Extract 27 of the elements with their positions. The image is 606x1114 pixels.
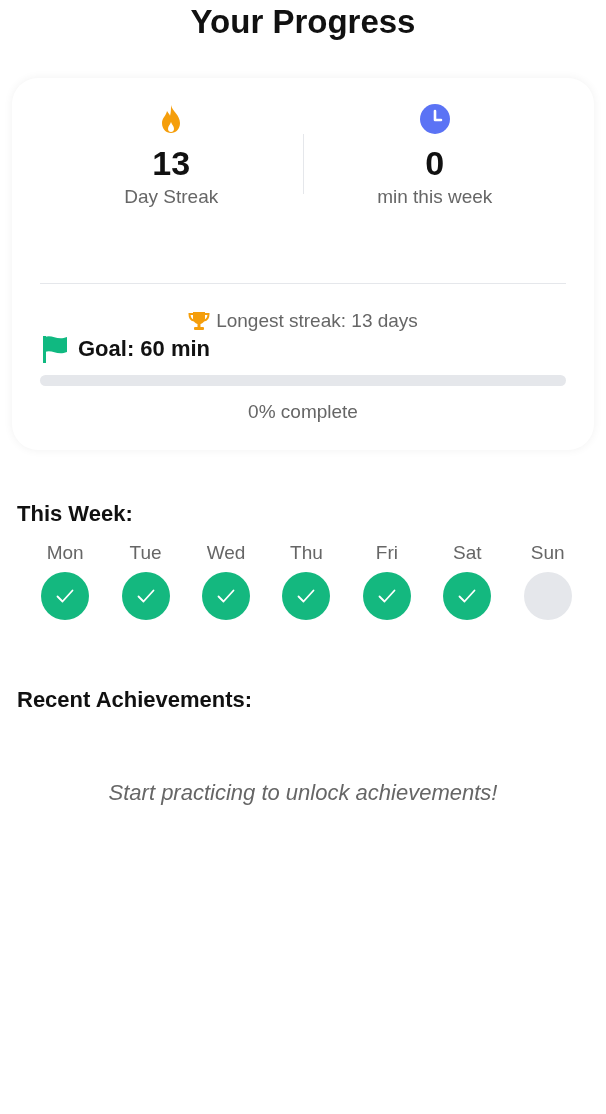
- day-label: Sun: [530, 541, 565, 565]
- stat-label: Day Streak: [124, 185, 219, 209]
- flag-icon: [42, 335, 68, 363]
- stat-value: 0: [425, 143, 445, 183]
- day-label: Mon: [46, 541, 84, 565]
- goal-label: Goal: 60 min: [78, 335, 211, 363]
- day-label: Tue: [129, 541, 162, 565]
- check-icon: [56, 589, 75, 603]
- progress-reading: 0% complete: [247, 400, 359, 424]
- longest-streak-text: Longest streak: 13 days: [216, 309, 418, 333]
- stat-label: min this week: [377, 185, 493, 209]
- check-icon: [458, 589, 477, 603]
- clock-icon: [419, 104, 450, 134]
- day-label: Sat: [453, 541, 482, 565]
- day-label: Fri: [375, 541, 398, 565]
- trophy-icon: [188, 310, 211, 332]
- check-icon: [297, 589, 316, 603]
- stat-value: 13: [152, 143, 191, 183]
- check-icon: [217, 589, 236, 603]
- check-icon: [377, 589, 396, 603]
- day-label: Wed: [206, 541, 246, 565]
- check-icon: [136, 589, 155, 603]
- empty-message: Start practicing to unlock achievements!: [107, 779, 499, 807]
- section-heading: This Week:: [17, 500, 134, 528]
- section-heading: Recent Achievements:: [17, 686, 254, 714]
- day-label: Thu: [290, 541, 323, 565]
- page-title: Your Progress: [189, 2, 417, 42]
